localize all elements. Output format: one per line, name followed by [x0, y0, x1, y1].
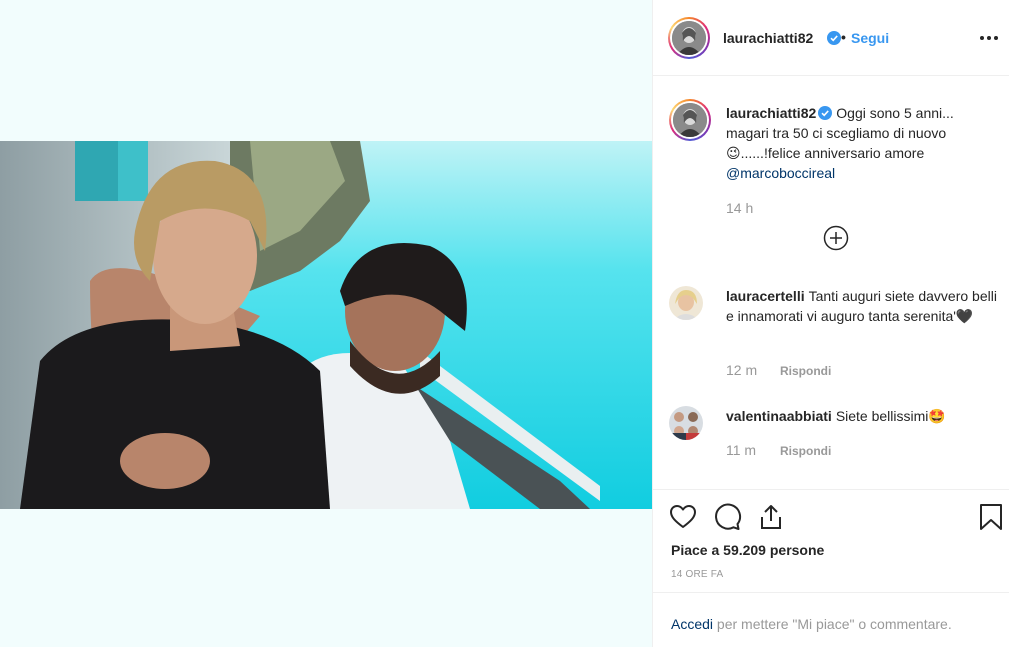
bookmark-icon[interactable]	[976, 502, 1006, 532]
commenter-username[interactable]: lauracertelli	[726, 288, 805, 304]
comment-icon[interactable]	[712, 502, 742, 532]
post-actions: Piace a 59.209 persone 14 ORE FA	[653, 489, 1009, 591]
load-more-comments-icon[interactable]	[823, 225, 849, 251]
reply-button[interactable]: Rispondi	[780, 444, 831, 458]
share-icon[interactable]	[756, 502, 786, 532]
login-link[interactable]: Accedi	[671, 616, 713, 632]
caption-mention[interactable]: @marcoboccireal	[726, 165, 835, 181]
comment-item: lauracertelli Tanti auguri siete davvero …	[669, 284, 999, 384]
verified-icon	[818, 106, 833, 120]
post-time[interactable]: 14 ORE FA	[671, 569, 723, 580]
comments-list: laurachiatti82 Oggi sono 5 anni... magari…	[653, 77, 1009, 489]
commenter-username[interactable]: valentinaabbiati	[726, 408, 832, 424]
photo-pane	[0, 0, 652, 647]
post-header: laurachiatti82 • Segui	[653, 0, 1009, 76]
verified-icon	[823, 30, 841, 46]
heart-icon[interactable]	[668, 502, 698, 532]
follow-button[interactable]: Segui	[851, 30, 889, 46]
caption-avatar[interactable]	[669, 99, 711, 141]
caption-username[interactable]: laurachiatti82	[726, 105, 816, 121]
post-photo-image	[0, 141, 652, 509]
separator-dot: •	[841, 29, 846, 45]
caption-text: laurachiatti82 Oggi sono 5 anni... magari…	[726, 103, 1001, 183]
wink-emoji: 😉	[726, 145, 741, 161]
login-bar: Accedi per mettere "Mi piace" o commenta…	[653, 592, 1009, 647]
commenter-avatar[interactable]	[669, 406, 703, 440]
author-avatar[interactable]	[668, 17, 710, 59]
author-username[interactable]: laurachiatti82	[723, 30, 813, 46]
caption-line-2: magari tra 50 ci scegliamo di nuovo	[726, 125, 947, 141]
comment-text: lauracertelli Tanti auguri siete davvero …	[726, 286, 1001, 326]
comment-time[interactable]: 11 m	[726, 442, 756, 458]
post-side-panel: laurachiatti82 • Segui laurachiatti82 Og…	[652, 0, 1009, 647]
post-photo[interactable]	[0, 141, 652, 509]
comment-time[interactable]: 12 m	[726, 362, 757, 378]
login-prompt: Accedi per mettere "Mi piace" o commenta…	[671, 616, 952, 632]
login-prompt-text: per mettere "Mi piace" o commentare.	[716, 616, 952, 632]
commenter-avatar[interactable]	[669, 286, 703, 320]
reply-button[interactable]: Rispondi	[780, 364, 831, 378]
comment-body: Siete bellissimi🤩	[835, 408, 946, 424]
caption-time[interactable]: 14 h	[726, 200, 753, 216]
comment-text: valentinaabbiati Siete bellissimi🤩	[726, 406, 1001, 426]
likes-count[interactable]: Piace a 59.209 persone	[671, 542, 824, 558]
caption: laurachiatti82 Oggi sono 5 anni... magari…	[669, 99, 999, 269]
more-options-icon[interactable]	[979, 28, 999, 48]
comment-item: valentinaabbiati Siete bellissimi🤩 11 m R…	[669, 404, 999, 484]
caption-line-1: Oggi sono 5 anni...	[836, 105, 954, 121]
caption-line-3: ......!felice anniversario amore	[740, 145, 925, 161]
